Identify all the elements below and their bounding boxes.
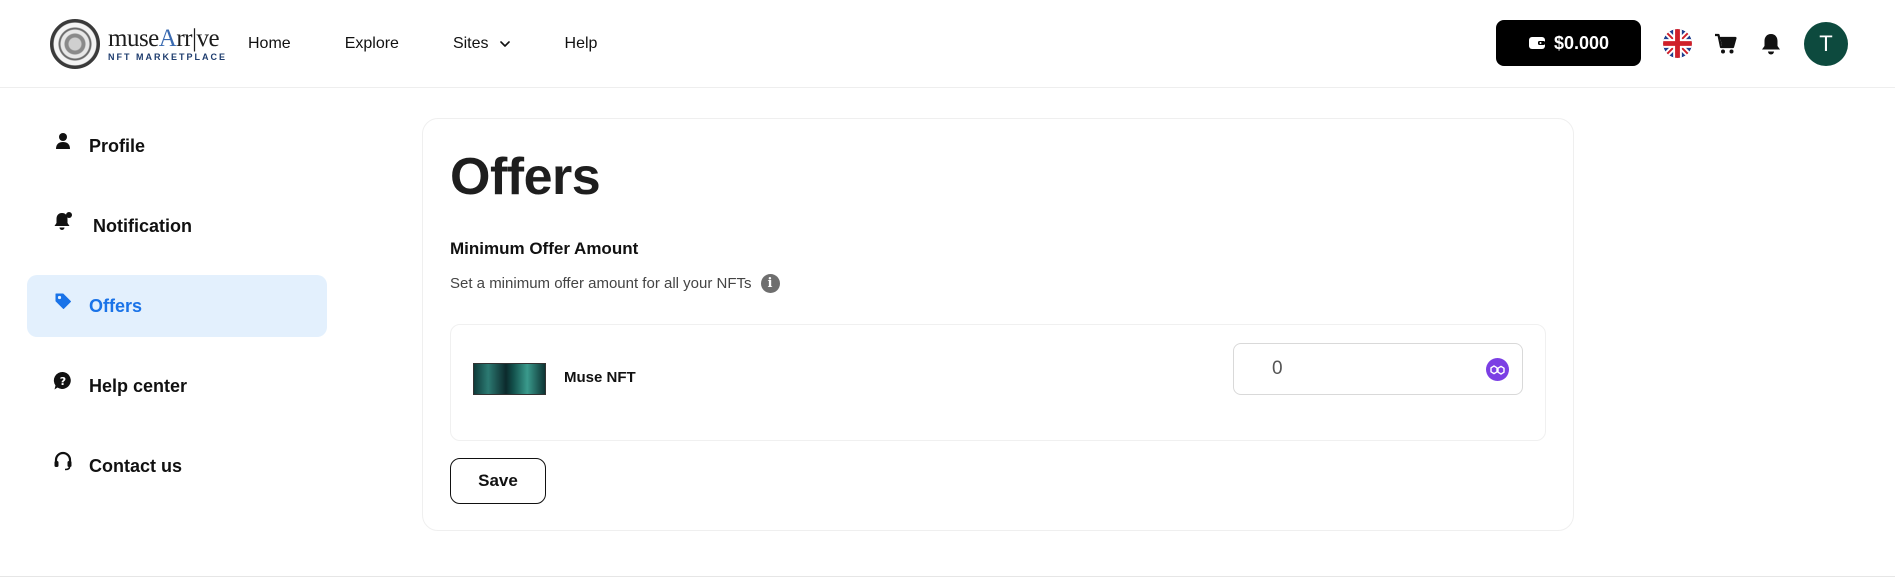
collection-thumbnail <box>473 363 546 395</box>
logo-word-accent: A <box>158 24 177 52</box>
sidebar-item-offers[interactable]: Offers <box>27 275 327 337</box>
nav-sites[interactable]: Sites <box>453 35 511 53</box>
section-title: Minimum Offer Amount <box>450 239 639 258</box>
wallet-balance-button[interactable]: $0.000 <box>1496 20 1641 66</box>
top-header: museArr|ve NFT MARKETPLACE Home Explore … <box>0 0 1895 88</box>
wallet-icon <box>1528 37 1545 49</box>
footer-divider <box>0 576 1895 577</box>
sidebar-item-label: Notification <box>93 215 192 236</box>
nav-explore[interactable]: Explore <box>345 35 399 53</box>
bell-icon[interactable] <box>1757 30 1785 58</box>
sidebar-item-label: Offers <box>89 295 143 316</box>
save-button[interactable]: Save <box>450 458 546 504</box>
uk-flag-icon[interactable] <box>1663 29 1692 58</box>
sidebar-item-label: Profile <box>89 135 146 156</box>
page-title: Offers <box>450 148 601 206</box>
avatar[interactable]: T <box>1804 22 1848 66</box>
nav-sites-label: Sites <box>452 35 489 52</box>
collection-name: Muse NFT <box>564 369 636 386</box>
bell-icon <box>53 211 73 231</box>
tag-icon <box>53 291 73 311</box>
section-description: Set a minimum offer amount for all your … <box>450 274 780 293</box>
nav-help[interactable]: Help <box>565 35 598 53</box>
headset-icon <box>53 451 73 471</box>
logo-word-left: muse <box>108 24 159 52</box>
svg-text:?: ? <box>60 375 66 388</box>
nav-home[interactable]: Home <box>248 35 291 53</box>
offers-settings-card: Offers Minimum Offer Amount Set a minimu… <box>422 118 1574 531</box>
info-icon[interactable]: i <box>760 274 780 293</box>
sidebar-item-label: Help center <box>89 375 188 396</box>
cart-icon[interactable] <box>1712 30 1740 58</box>
logo-word-right: rr|ve <box>176 24 220 52</box>
min-offer-amount-input[interactable] <box>1272 349 1492 389</box>
logo-emblem-icon <box>50 19 100 69</box>
sidebar-item-contact-us[interactable]: Contact us <box>27 435 327 497</box>
logo[interactable]: museArr|ve NFT MARKETPLACE <box>50 18 227 70</box>
min-offer-amount-field <box>1233 343 1523 395</box>
wallet-balance: $0.000 <box>1553 32 1610 53</box>
sidebar-item-profile[interactable]: Profile <box>27 115 327 177</box>
logo-subtitle: NFT MARKETPLACE <box>108 51 227 62</box>
chevron-down-icon <box>499 41 510 47</box>
main-nav: Home Explore Sites Help <box>248 0 651 88</box>
collection-offer-row: Muse NFT <box>450 324 1546 441</box>
sidebar-item-label: Contact us <box>89 455 183 476</box>
polygon-icon <box>1486 358 1509 381</box>
settings-sidebar: Profile Notification Offers ? Help cente… <box>27 115 327 515</box>
sidebar-item-help-center[interactable]: ? Help center <box>27 355 327 417</box>
section-description-text: Set a minimum offer amount for all your … <box>450 275 752 292</box>
user-icon <box>53 131 73 151</box>
help-bubble-icon: ? <box>53 371 73 391</box>
sidebar-item-notification[interactable]: Notification <box>27 195 327 257</box>
